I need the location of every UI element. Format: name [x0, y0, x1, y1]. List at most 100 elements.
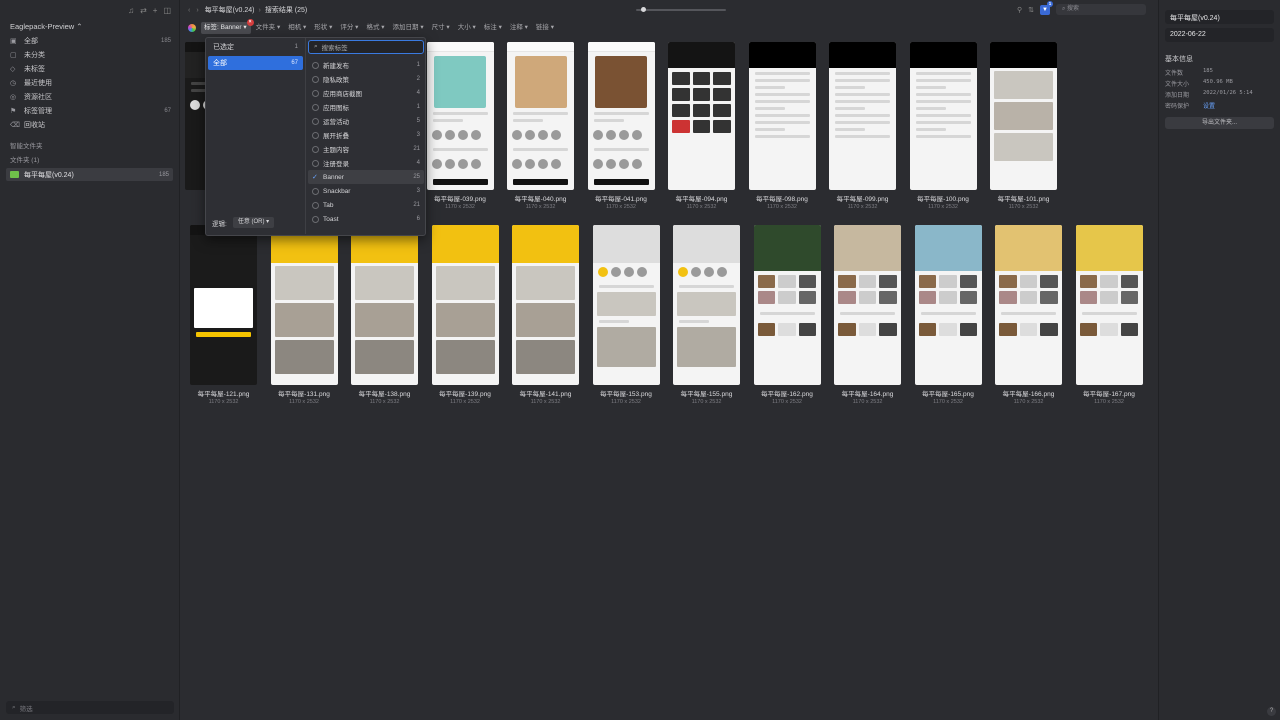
asset-thumbnail[interactable]: [587, 42, 655, 190]
scope-all[interactable]: 全部 67: [208, 56, 303, 70]
tag-option[interactable]: 运营活动 5: [308, 114, 424, 128]
checkbox[interactable]: [312, 187, 319, 195]
asset-thumbnail[interactable]: [507, 42, 574, 190]
sidebar-item[interactable]: ⌫ 回收站: [0, 118, 179, 132]
tag-search-input[interactable]: ⌕ 搜索标签: [308, 40, 424, 54]
tag-filter-chip[interactable]: 标签: Banner ▾ ×: [201, 19, 254, 34]
asset-thumbnail[interactable]: [753, 225, 821, 385]
logic-select[interactable]: 任意 (OR) ▾: [232, 217, 275, 228]
filter-chip[interactable]: 标注 ▾: [481, 22, 505, 34]
checkbox[interactable]: [312, 61, 319, 69]
asset-card[interactable]: 每平每屋-141.png 1170 x 2532: [512, 225, 579, 405]
asset-card[interactable]: 每平每屋-040.png 1170 x 2532: [507, 42, 574, 210]
bell-icon[interactable]: ♫: [128, 6, 134, 20]
checkbox-checked[interactable]: ✓: [312, 174, 319, 181]
asset-card[interactable]: 每平每屋-098.png 1170 x 2532: [748, 42, 816, 210]
sidebar-item[interactable]: ▣ 全部 185: [0, 34, 179, 48]
tag-option[interactable]: ✓ Banner 25: [308, 170, 424, 184]
folder-item-selected[interactable]: 每平每屋(v0.24) 185: [6, 168, 173, 181]
asset-card[interactable]: 每平每屋-099.png 1170 x 2532: [829, 42, 896, 210]
library-switcher[interactable]: Eaglepack-Preview ⌃: [0, 20, 179, 34]
asset-card[interactable]: 每平每屋-166.png 1170 x 2532: [995, 225, 1062, 405]
tag-option[interactable]: 应用图标 1: [308, 100, 424, 114]
tag-option[interactable]: Tab 21: [308, 198, 424, 212]
folder-date-field[interactable]: 2022-06-22: [1165, 28, 1274, 42]
checkbox[interactable]: [312, 131, 319, 139]
thumbnail-size-slider[interactable]: [636, 7, 726, 12]
filter-chip[interactable]: 链接 ▾: [533, 22, 557, 34]
sidebar-item[interactable]: ◎ 资源社区: [0, 90, 179, 104]
asset-thumbnail[interactable]: [426, 42, 494, 190]
asset-card[interactable]: 每平每屋-139.png 1170 x 2532: [431, 225, 499, 405]
asset-card[interactable]: 每平每屋-094.png 1170 x 2532: [668, 42, 735, 210]
asset-card[interactable]: 每平每屋-131.png 1170 x 2532: [270, 225, 338, 405]
checkbox[interactable]: [312, 215, 319, 223]
asset-card[interactable]: 每平每屋-164.png 1170 x 2532: [834, 225, 901, 405]
filter-chip[interactable]: 大小 ▾: [455, 22, 479, 34]
filter-icon[interactable]: ▼ 1: [1040, 0, 1053, 15]
sidebar-item[interactable]: ⚑ 标签管理 67: [0, 104, 179, 118]
asset-card[interactable]: 每平每屋-100.png 1170 x 2532: [909, 42, 977, 210]
asset-thumbnail[interactable]: [668, 42, 735, 190]
asset-thumbnail[interactable]: [512, 225, 579, 385]
asset-card[interactable]: 每平每屋-165.png 1170 x 2532: [914, 225, 982, 405]
asset-card[interactable]: 每平每屋-153.png 1170 x 2532: [592, 225, 660, 405]
filter-chip[interactable]: 评分 ▾: [337, 22, 361, 34]
asset-card[interactable]: 每平每屋-121.png 1170 x 2532: [190, 225, 257, 405]
tag-option[interactable]: 主题内容 21: [308, 142, 424, 156]
checkbox[interactable]: [312, 117, 319, 125]
asset-thumbnail[interactable]: [351, 225, 418, 385]
checkbox[interactable]: [312, 75, 319, 83]
asset-thumbnail[interactable]: [829, 42, 896, 190]
slider-knob[interactable]: [641, 7, 646, 12]
sidebar-item[interactable]: ◷ 最近使用: [0, 76, 179, 90]
filter-chip[interactable]: 尺寸 ▾: [429, 22, 453, 34]
search-input[interactable]: ⌕ 搜索: [1056, 4, 1146, 15]
breadcrumb-folder[interactable]: 每平每屋(v0.24): [205, 5, 255, 15]
asset-card[interactable]: 每平每屋-039.png 1170 x 2532: [426, 42, 494, 210]
tag-option[interactable]: 注册登录 4: [308, 156, 424, 170]
asset-thumbnail[interactable]: [1075, 225, 1143, 385]
sidebar-item[interactable]: ▢ 未分类: [0, 48, 179, 62]
sidebar-item[interactable]: ◇ 未标签: [0, 62, 179, 76]
smart-folders-header[interactable]: 智能文件夹: [0, 132, 179, 152]
password-set-link[interactable]: 设置: [1203, 101, 1215, 112]
pin-icon[interactable]: ⚲: [1017, 6, 1022, 14]
color-filter-icon[interactable]: [188, 24, 196, 32]
checkbox[interactable]: [312, 159, 319, 167]
asset-thumbnail[interactable]: [592, 225, 660, 385]
filter-chip[interactable]: 格式 ▾: [363, 22, 387, 34]
asset-card[interactable]: 每平每屋-101.png 1170 x 2532: [990, 42, 1057, 210]
clear-filter-icon[interactable]: ×: [246, 19, 254, 26]
checkbox[interactable]: [312, 89, 319, 97]
layout-icon[interactable]: ◫: [163, 6, 171, 20]
filter-chip[interactable]: 添加日期 ▾: [390, 22, 427, 34]
asset-thumbnail[interactable]: [748, 42, 816, 190]
folder-name-field[interactable]: 每平每屋(v0.24): [1165, 10, 1274, 24]
asset-thumbnail[interactable]: [909, 42, 977, 190]
asset-thumbnail[interactable]: [673, 225, 740, 385]
asset-card[interactable]: 每平每屋-162.png 1170 x 2532: [753, 225, 821, 405]
help-icon[interactable]: ?: [1267, 707, 1276, 716]
tag-option[interactable]: Snackbar 3: [308, 184, 424, 198]
asset-card[interactable]: 每平每屋-167.png 1170 x 2532: [1075, 225, 1143, 405]
sidebar-filter-input[interactable]: ⌕ 筛选: [6, 701, 174, 714]
export-folder-button[interactable]: 导出文件夹...: [1165, 117, 1274, 129]
asset-thumbnail[interactable]: [270, 225, 338, 385]
tag-option[interactable]: 新建发布 1: [308, 58, 424, 72]
asset-thumbnail[interactable]: [995, 225, 1062, 385]
filter-chip[interactable]: 相机 ▾: [285, 22, 309, 34]
tag-option[interactable]: Toast 6: [308, 212, 424, 226]
asset-card[interactable]: 每平每屋-155.png 1170 x 2532: [673, 225, 740, 405]
tag-option[interactable]: 隐私政策 2: [308, 72, 424, 86]
add-icon[interactable]: +: [153, 6, 158, 20]
checkbox[interactable]: [312, 201, 319, 209]
filter-chip[interactable]: 文件夹 ▾: [253, 22, 284, 34]
asset-card[interactable]: 每平每屋-138.png 1170 x 2532: [351, 225, 418, 405]
asset-thumbnail[interactable]: [431, 225, 499, 385]
sync-icon[interactable]: ⇄: [140, 6, 147, 20]
asset-thumbnail[interactable]: [834, 225, 901, 385]
asset-thumbnail[interactable]: [190, 225, 257, 385]
back-icon[interactable]: ‹: [188, 7, 190, 14]
asset-thumbnail[interactable]: [914, 225, 982, 385]
